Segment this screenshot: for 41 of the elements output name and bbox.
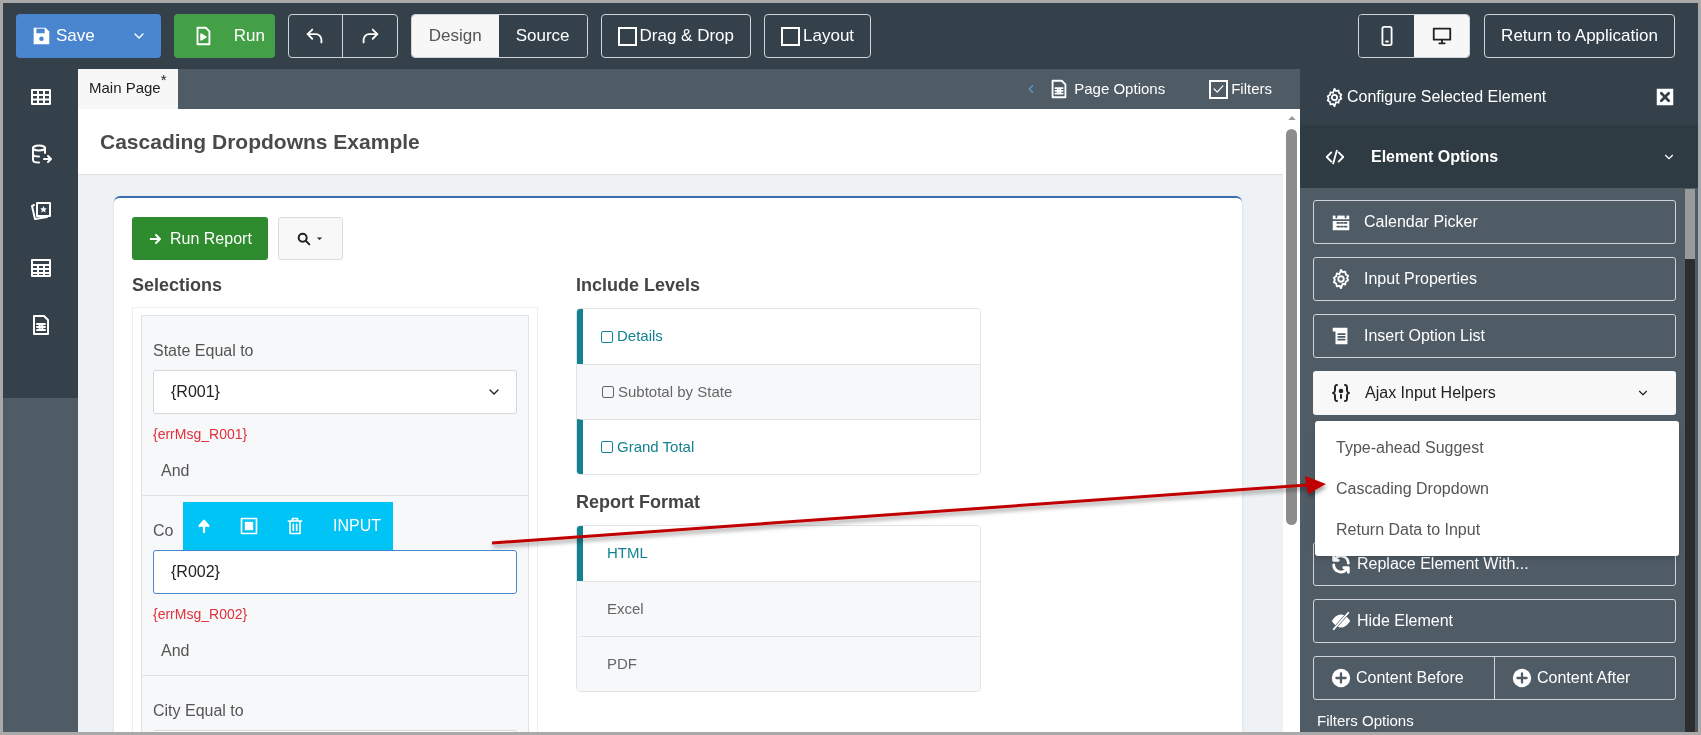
conjunction-label: And: [161, 641, 191, 661]
list-option[interactable]: HTML: [577, 526, 980, 581]
section-label: Filters Options: [1316, 711, 1415, 731]
content-button[interactable]: Content Before: [1314, 657, 1494, 699]
list-option[interactable]: Excel: [577, 581, 980, 636]
list-option[interactable]: PDF: [577, 636, 980, 691]
error-message: {errMsg_R002}: [153, 605, 249, 624]
menu-item[interactable]: Cascading Dropdown: [1315, 468, 1679, 509]
conjunction-label: And: [161, 461, 191, 481]
toggle-button[interactable]: Layout: [764, 14, 872, 58]
field-label: State Equal to: [153, 341, 254, 361]
list-option[interactable]: Grand Total: [577, 419, 980, 474]
run-report-button[interactable]: Run Report: [132, 217, 268, 260]
toggle-button[interactable]: Drag & Drop: [600, 14, 752, 58]
content-button[interactable]: Content After: [1494, 657, 1675, 699]
panel-button[interactable]: Insert Option List: [1313, 314, 1676, 358]
panel-title: Configure Selected Element: [1347, 87, 1548, 107]
page-options-button[interactable]: Page Options: [1024, 69, 1166, 109]
save-button[interactable]: Save: [16, 14, 161, 58]
field-label: Co: [153, 521, 174, 541]
element-type-label: INPUT: [333, 516, 381, 536]
list-option[interactable]: Details: [577, 309, 980, 364]
dropdown-field[interactable]: {R001}: [153, 370, 517, 414]
panel-button[interactable]: Input Properties: [1313, 257, 1676, 301]
panel-button[interactable]: Hide Element: [1313, 599, 1676, 643]
input-field[interactable]: {R002}: [153, 550, 517, 594]
list-option[interactable]: Subtotal by State: [577, 364, 980, 419]
filters-toggle[interactable]: Filters: [1209, 69, 1272, 109]
section-heading: Include Levels: [576, 274, 702, 297]
section-heading: Report Format: [576, 491, 701, 514]
page-tab[interactable]: Main Page*: [78, 69, 178, 109]
return-button[interactable]: Return to Application: [1484, 14, 1675, 58]
panel-button[interactable]: Calendar Picker: [1313, 200, 1676, 244]
section-heading: Selections: [132, 274, 224, 297]
error-message: {errMsg_R001}: [153, 425, 249, 444]
view-tab[interactable]: Design: [411, 15, 499, 57]
field-label: City Equal to: [153, 701, 244, 721]
page-title: Cascading Dropdowns Example: [100, 128, 420, 155]
section-header[interactable]: Element Options: [1300, 125, 1698, 188]
menu-item[interactable]: Type-ahead Suggest: [1315, 427, 1679, 468]
dropdown-button[interactable]: Ajax Input Helpers: [1313, 371, 1676, 415]
